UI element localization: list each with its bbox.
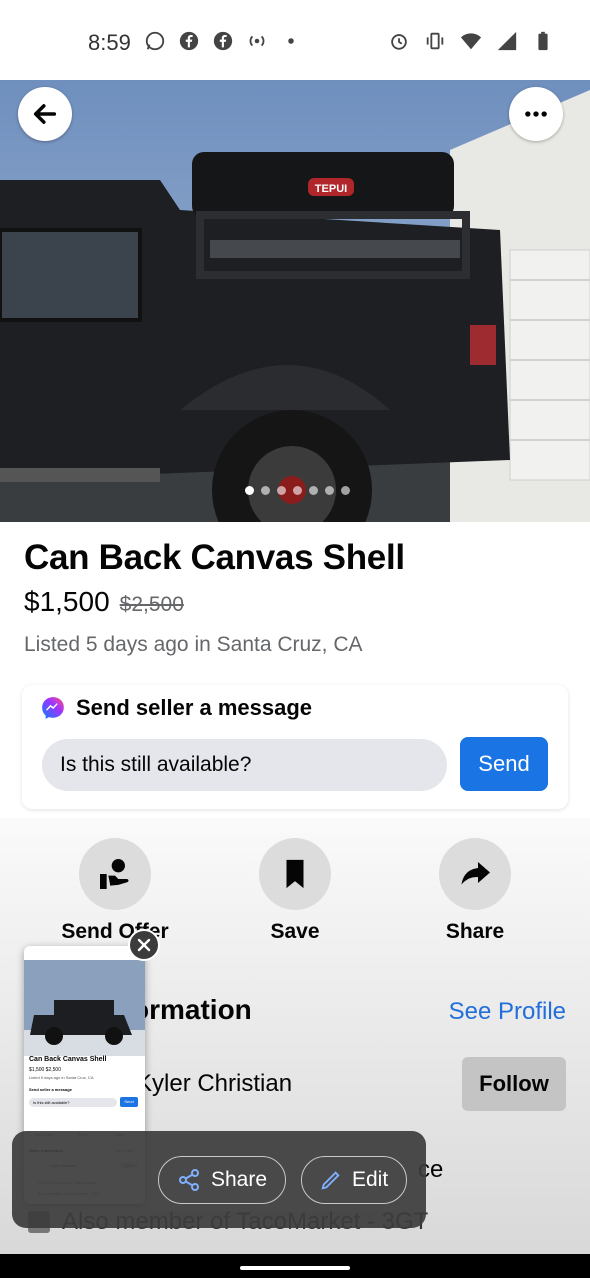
back-button[interactable] [18, 87, 72, 141]
send-offer-button[interactable]: Send Offer [40, 838, 190, 944]
send-button[interactable]: Send [460, 737, 548, 791]
rack-logo: TEPUI [315, 183, 347, 195]
edit-screenshot-button[interactable]: Edit [301, 1156, 408, 1204]
listing-price: $1,500 [24, 586, 110, 617]
message-card: Send seller a message Is this still avai… [22, 685, 568, 809]
preview-price: $1,500 $2,500 [29, 1067, 61, 1073]
signal-icon [497, 31, 517, 51]
original-price: $2,500 [119, 593, 184, 616]
share-screenshot-button[interactable]: Share [158, 1156, 287, 1204]
preview-send: Send [120, 1097, 138, 1107]
facebook-icon [213, 31, 233, 51]
share-label: Share [445, 920, 505, 943]
pagination-dot [293, 486, 302, 495]
listing-meta: Listed 5 days ago in Santa Cruz, CA [24, 633, 363, 656]
vibrate-icon [426, 32, 444, 50]
listing-photo[interactable]: TEPUI [0, 80, 590, 522]
pagination-dot [325, 486, 334, 495]
status-bar: 8:59 [0, 0, 590, 80]
message-heading: Send seller a message [40, 695, 312, 721]
follow-button[interactable]: Follow [462, 1057, 566, 1111]
pagination-dot [261, 486, 270, 495]
listing-title: Can Back Canvas Shell [24, 538, 405, 577]
pencil-icon [321, 1171, 340, 1190]
seller-name[interactable]: Kyler Christian [136, 1070, 292, 1098]
save-button[interactable]: Save [220, 838, 370, 944]
more-options-button[interactable] [509, 87, 563, 141]
screenshot-toolbar: Share Edit [12, 1131, 426, 1228]
arrow-left-icon [33, 104, 57, 124]
save-label: Save [270, 920, 320, 943]
preview-title: Can Back Canvas Shell [29, 1056, 107, 1063]
pagination-dot [277, 486, 286, 495]
message-input[interactable]: Is this still available? [42, 739, 447, 791]
share-screenshot-label: Share [211, 1168, 268, 1191]
messenger-icon [42, 697, 64, 719]
more-horizontal-icon [525, 111, 547, 117]
bookmark-icon [259, 838, 331, 910]
share-arrow-icon [439, 838, 511, 910]
preview-listed: Listed 5 days ago in Santa Cruz, CA [29, 1075, 94, 1080]
home-gesture-handle[interactable] [240, 1266, 350, 1270]
dot-icon [288, 38, 294, 44]
pagination-dot [309, 486, 318, 495]
wifi-icon [460, 33, 482, 50]
system-icons [388, 30, 554, 52]
share-button[interactable]: Share [400, 838, 550, 944]
preview-photo [24, 960, 145, 1056]
pagination-dot [245, 486, 254, 495]
facebook-icon [179, 31, 199, 51]
see-profile-link[interactable]: See Profile [449, 998, 566, 1026]
whatsapp-icon [145, 31, 165, 51]
battery-icon [538, 31, 548, 51]
message-heading-label: Send seller a message [76, 695, 313, 720]
price-row: $1,500 $2,500 [24, 586, 184, 618]
close-icon [137, 938, 151, 952]
edit-screenshot-label: Edit [352, 1168, 389, 1191]
pagination-dot [341, 486, 350, 495]
close-preview-button[interactable] [128, 929, 160, 961]
notification-icons [144, 30, 302, 52]
hotspot-icon [249, 35, 265, 47]
preview-input: Is this still available? [29, 1098, 117, 1107]
photo-pagination [245, 486, 350, 495]
truck-photo: TEPUI [0, 80, 590, 522]
send-offer-label: Send Offer [61, 920, 169, 943]
preview-msg-head: Send seller a message [29, 1087, 72, 1092]
seller-info-heading: ormation [132, 994, 252, 1025]
share-nodes-icon [179, 1169, 199, 1191]
alarm-icon [391, 34, 407, 50]
offer-hand-icon [79, 838, 151, 910]
status-time: 8:59 [88, 30, 131, 55]
